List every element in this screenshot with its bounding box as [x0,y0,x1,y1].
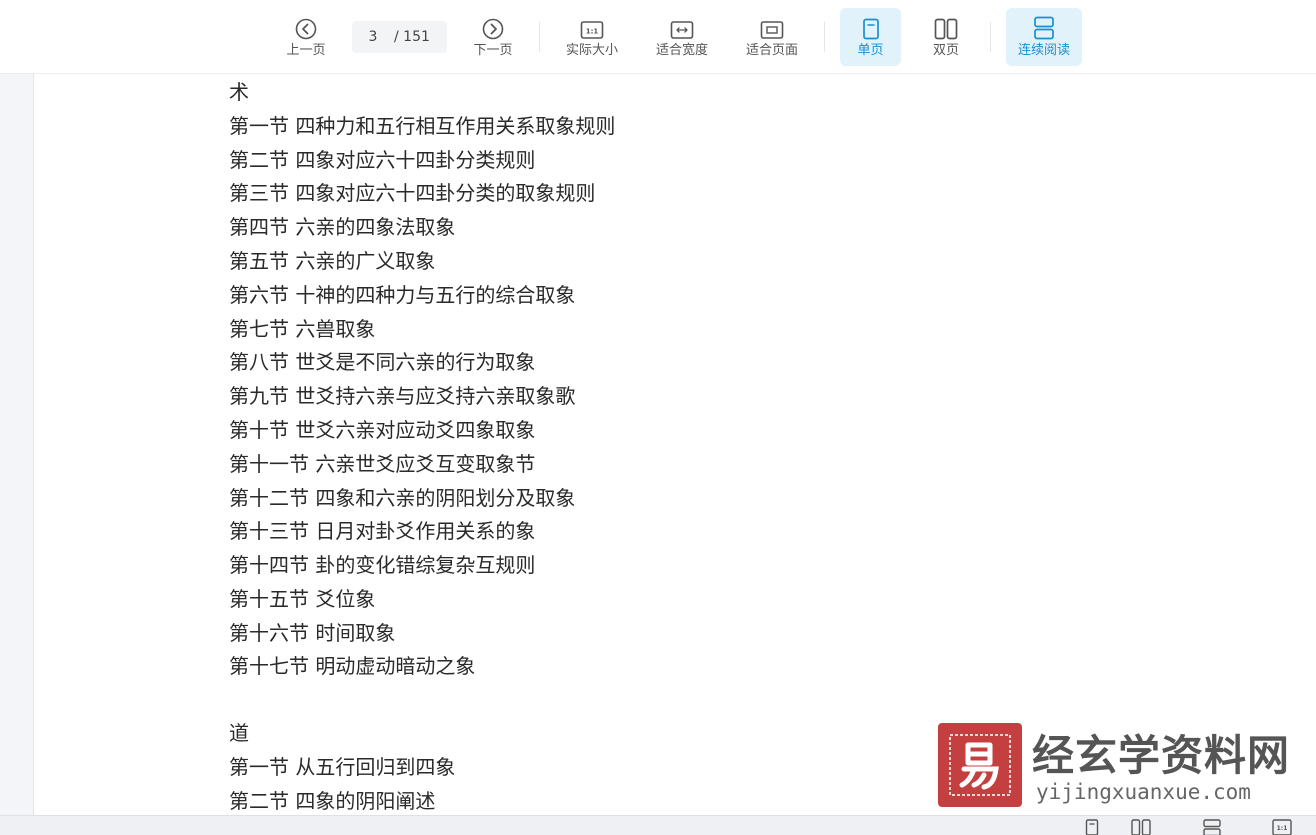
doc-line: 第四节 六亲的四象法取象 [229,215,456,239]
watermark-title: 经玄学资料网 [1032,731,1291,780]
single-page-icon[interactable] [1084,819,1100,835]
continuous-read-icon[interactable] [1203,819,1221,835]
single-page-label: 单页 [857,43,884,58]
svg-text:1:1: 1:1 [1277,825,1288,832]
current-page-input[interactable]: 3 [352,29,394,45]
actual-size-icon[interactable]: 1:1 [1272,819,1292,835]
doc-line: 第一节 四种力和五行相互作用关系取象规则 [229,114,616,138]
double-page-icon[interactable] [1131,819,1151,835]
doc-line: 第十二节 四象和六亲的阴阳划分及取象 [229,486,576,510]
doc-line: 第十五节 爻位象 [229,587,376,611]
prev-page-label: 上一页 [286,43,326,58]
doc-line: 术 [229,80,249,104]
pdf-reader-window: 上一页 3 / 151 下一页 1:1 实际大小 适合宽度 适合页面 单页 双页… [0,0,1316,835]
doc-line: 第九节 世爻持六亲与应爻持六亲取象歌 [229,384,576,408]
total-pages: / 151 [394,29,430,45]
doc-line: 第五节 六亲的广义取象 [229,249,436,273]
doc-line: 第六节 十神的四种力与五行的综合取象 [229,283,576,307]
doc-line: 第八节 世爻是不同六亲的行为取象 [229,350,536,374]
toolbar-divider [824,22,825,52]
continuous-read-button[interactable]: 连续阅读 [1006,8,1082,66]
left-margin-strip [0,74,34,815]
prev-page-icon [295,8,317,40]
doc-line: 道 [229,721,249,745]
doc-line: 第十四节 卦的变化错综复杂互规则 [229,553,536,577]
toolbar: 上一页 3 / 151 下一页 1:1 实际大小 适合宽度 适合页面 单页 双页… [0,0,1316,74]
double-page-label: 双页 [932,43,959,58]
doc-line: 第七节 六兽取象 [229,317,376,341]
fit-page-icon [760,8,784,40]
svg-text:1:1: 1:1 [586,28,599,36]
prev-page-button[interactable]: 上一页 [280,8,332,66]
doc-line: 第二节 四象对应六十四卦分类规则 [229,148,536,172]
single-page-icon [861,8,881,40]
double-page-icon [934,8,958,40]
actual-size-icon: 1:1 [580,8,604,40]
fit-width-icon [670,8,694,40]
actual-size-label: 实际大小 [565,43,618,58]
fit-width-button[interactable]: 适合宽度 [648,8,716,66]
doc-line: 第十一节 六亲世爻应爻互变取象节 [229,452,536,476]
single-page-button[interactable]: 单页 [840,8,901,66]
fit-page-button[interactable]: 适合页面 [738,8,806,66]
doc-line: 第十三节 日月对卦爻作用关系的象 [229,519,536,543]
doc-line: 第十节 世爻六亲对应动爻四象取象 [229,418,536,442]
actual-size-button[interactable]: 1:1 实际大小 [558,8,626,66]
page-indicator: 3 / 151 [352,21,447,53]
next-page-icon [482,8,504,40]
next-page-label: 下一页 [473,43,513,58]
fit-width-label: 适合宽度 [655,43,708,58]
next-page-button[interactable]: 下一页 [467,8,519,66]
toolbar-divider [539,22,540,52]
doc-line: 第十六节 时间取象 [229,621,396,645]
fit-page-label: 适合页面 [745,43,798,58]
doc-line: 第三节 四象对应六十四卦分类的取象规则 [229,181,596,205]
doc-line: 第一节 从五行回归到四象 [229,755,456,779]
toolbar-divider [990,22,991,52]
continuous-read-label: 连续阅读 [1017,43,1070,58]
double-page-button[interactable]: 双页 [918,8,974,66]
doc-line: 第二节 四象的阴阳阐述 [229,789,436,813]
watermark-url: yijingxuanxue.com [1036,780,1251,804]
status-bar: 1:1 [0,815,1316,835]
doc-line: 第十七节 明动虚动暗动之象 [229,654,476,678]
continuous-read-icon [1033,8,1055,40]
watermark-logo [938,723,1022,807]
document-page[interactable]: 术 第一节 四种力和五行相互作用关系取象规则 第二节 四象对应六十四卦分类规则 … [34,74,1316,815]
